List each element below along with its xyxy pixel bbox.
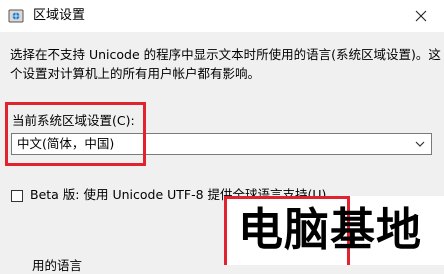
close-button[interactable] xyxy=(398,0,444,32)
beta-utf8-checkbox[interactable] xyxy=(11,190,23,202)
description-text: 选择在不支持 Unicode 的程序中显示文本时所使用的语言(系统区域设置)。这… xyxy=(10,45,441,83)
chevron-down-icon xyxy=(415,141,425,147)
watermark-logo: 电脑基地 xyxy=(238,203,423,256)
window-title: 区域设置 xyxy=(33,8,86,23)
locale-highlight-box xyxy=(5,102,146,166)
description-line-1: 选择在不支持 Unicode 的程序中显示文本时所使用的语言(系统区域设置)。这 xyxy=(10,47,441,62)
region-settings-icon xyxy=(8,9,24,23)
partial-bottom-label: 用的语言 xyxy=(32,258,83,273)
close-icon xyxy=(415,10,427,22)
description-line-2: 个设置对计算机上的所有用户帐户都有影响。 xyxy=(10,66,261,81)
title-bar: 区域设置 xyxy=(0,0,444,32)
